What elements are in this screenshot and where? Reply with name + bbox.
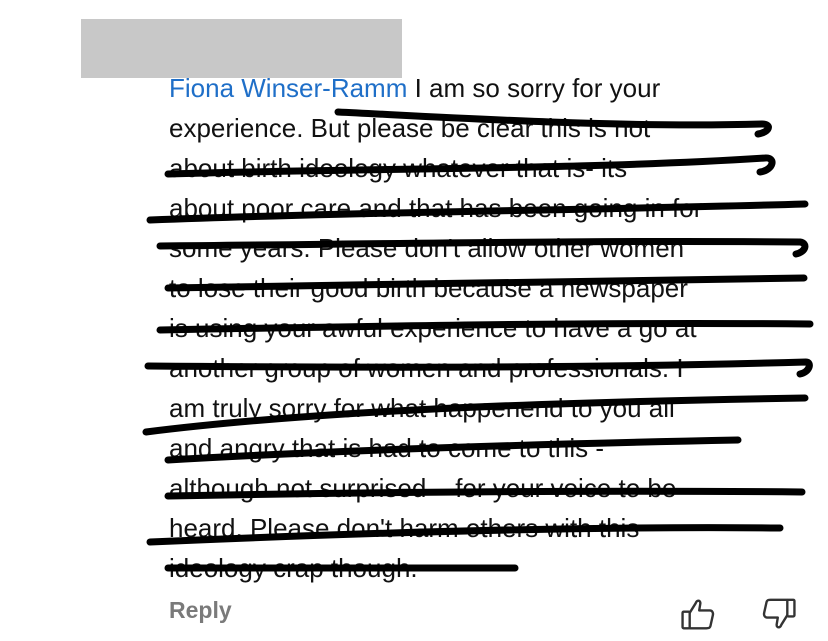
reply-button[interactable]: Reply [169, 597, 232, 624]
comment-line-8: another group of women and professionals… [169, 353, 684, 383]
comment-text: I am so sorry for your [414, 73, 661, 103]
comment-line-4: about poor care and that has been going … [169, 193, 703, 223]
comment-line-10: and angry that is had to come to this - [169, 433, 605, 463]
thumbs-down-icon[interactable] [760, 595, 798, 633]
comment-line-13: ideology crap though. [169, 553, 418, 583]
comment-line-12: heard. Please don't harm others with thi… [169, 513, 640, 543]
comment-line-1: Fiona Winser-Ramm I am so sorry for your [169, 68, 809, 108]
comment-line-6: to lose their good birth because a newsp… [169, 273, 688, 303]
author-name-link[interactable]: Fiona Winser-Ramm [169, 73, 407, 103]
thumbs-up-icon[interactable] [679, 595, 717, 633]
comment-line-11: although not surprised – for your voice … [169, 473, 677, 503]
comment-line-2: experience. But please be clear this is … [169, 113, 651, 143]
comment-line-7: is using your awful experience to have a… [169, 313, 697, 343]
comment-body: Fiona Winser-Ramm I am so sorry for your… [169, 68, 809, 588]
comment-line-9: am truly sorry for what happenend to you… [169, 393, 675, 423]
comment-line-5: some years. Please don't allow other wom… [169, 233, 685, 263]
comment-line-3: about birth ideology whatever that is- i… [169, 153, 628, 183]
